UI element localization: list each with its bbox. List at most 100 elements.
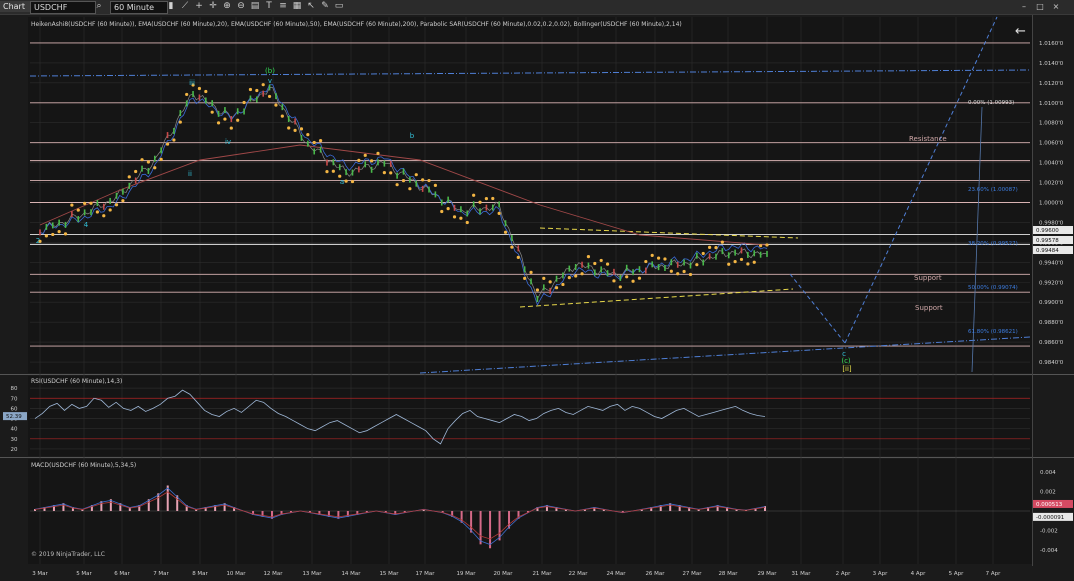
price-tick-label: 0.9920'0 <box>1039 280 1064 286</box>
wave-label: (c) <box>841 357 851 365</box>
candle <box>734 249 736 256</box>
candle <box>268 84 271 91</box>
candle <box>160 147 162 154</box>
sar-dot <box>535 288 540 292</box>
candle <box>594 269 596 276</box>
rsi-tick-label: 30 <box>11 437 18 443</box>
chart-canvas[interactable]: 1.0160'0 1.0140'0 1.0120'0 1.0100'0 1.0080'0… <box>0 0 1074 581</box>
candle <box>287 116 290 123</box>
sar-dot <box>427 178 431 183</box>
sar-dot <box>204 89 208 94</box>
sar-dot <box>446 206 450 211</box>
candle <box>491 204 494 211</box>
price-tick-label: 1.0060'0 <box>1039 141 1064 147</box>
candle <box>670 259 673 266</box>
sar-dot <box>682 269 686 274</box>
sar-dot <box>95 210 99 214</box>
candle <box>249 95 252 102</box>
candle <box>664 264 666 271</box>
sar-dot <box>134 169 138 174</box>
price-tick-label: 0.9860'0 <box>1039 340 1064 346</box>
macd-tick-label: 0.004 <box>1040 470 1056 476</box>
candle <box>625 264 628 271</box>
candle <box>460 206 462 213</box>
sar-dot <box>146 160 151 164</box>
candle <box>536 295 539 302</box>
sar-dot <box>459 216 463 220</box>
x-tick-label: 8 Mar <box>192 571 208 577</box>
price-tick-label: 1.0120'0 <box>1039 81 1064 87</box>
sar-dot <box>363 153 367 157</box>
candle <box>530 278 532 285</box>
sar-dot <box>593 261 597 266</box>
x-tick-label: 14 Mar <box>341 571 361 577</box>
x-tick-label: 3 Mar <box>32 571 48 577</box>
sar-dot <box>695 263 699 267</box>
sar-dot <box>108 208 112 212</box>
sar-dot <box>529 270 533 274</box>
candle <box>613 268 615 275</box>
x-tick-label: 7 Mar <box>153 571 169 577</box>
sar-dot <box>554 286 559 290</box>
wave-label: 4 <box>84 221 89 229</box>
sar-dot <box>248 87 253 92</box>
sar-dot <box>318 138 323 143</box>
sar-dot <box>688 272 693 277</box>
support-label: Support <box>915 304 943 312</box>
candle <box>581 261 583 268</box>
x-tick-label: 7 Apr <box>986 571 1002 577</box>
support-label: Support <box>914 274 942 282</box>
sar-dot <box>280 114 284 118</box>
price-tick-label: 0.9980'0 <box>1039 220 1064 226</box>
candle <box>96 200 99 207</box>
candle <box>402 168 405 175</box>
sar-dot <box>631 279 635 283</box>
candle <box>434 191 437 198</box>
sar-dot <box>83 201 87 205</box>
candle <box>619 274 622 281</box>
sar-dot <box>759 244 763 248</box>
wave-label: b <box>410 132 415 140</box>
macd-tick-label: -0.002 <box>1040 529 1058 535</box>
wave-label: iv <box>225 138 231 146</box>
sar-dot <box>574 274 578 278</box>
sar-dot <box>478 200 482 204</box>
price-tick-label: 1.0020'0 <box>1039 181 1064 187</box>
candle <box>689 262 692 269</box>
sar-dot <box>663 257 667 261</box>
candle <box>64 221 67 228</box>
fib-level-label: 23.60% (1.00087) <box>968 187 1018 193</box>
wave-label: [ii] <box>842 365 852 373</box>
x-tick-label: 13 Mar <box>302 571 322 577</box>
sar-dot <box>114 203 119 207</box>
sar-dot <box>727 262 731 266</box>
rsi-current-label: 52.39 <box>6 414 22 420</box>
candle <box>466 210 469 217</box>
sar-dot <box>497 211 501 215</box>
sar-dot <box>153 166 157 170</box>
sar-dot <box>185 92 189 97</box>
candle <box>555 275 558 282</box>
sar-dot <box>433 183 437 188</box>
sar-dot <box>491 196 495 201</box>
candle <box>77 216 80 223</box>
wave-label: iii <box>189 79 195 87</box>
x-tick-label: 5 Apr <box>949 571 965 577</box>
arrow-left-icon[interactable]: ← <box>1015 24 1026 39</box>
sar-dot <box>733 259 737 264</box>
sar-dot <box>701 251 705 256</box>
wave-label: a <box>340 178 344 186</box>
candle <box>485 204 488 211</box>
candle <box>51 222 54 229</box>
candle <box>600 266 602 273</box>
sar-dot <box>765 243 769 247</box>
sar-dot <box>172 138 176 142</box>
candle <box>90 209 92 216</box>
sar-dot <box>357 158 361 162</box>
fib-level-label: 38.20% (0.99527) <box>968 241 1018 247</box>
sar-dot <box>612 279 616 283</box>
candle <box>122 188 124 195</box>
sar-dot <box>242 100 246 105</box>
price-label: 0.99484 <box>1036 248 1059 254</box>
sar-dot <box>382 170 386 175</box>
